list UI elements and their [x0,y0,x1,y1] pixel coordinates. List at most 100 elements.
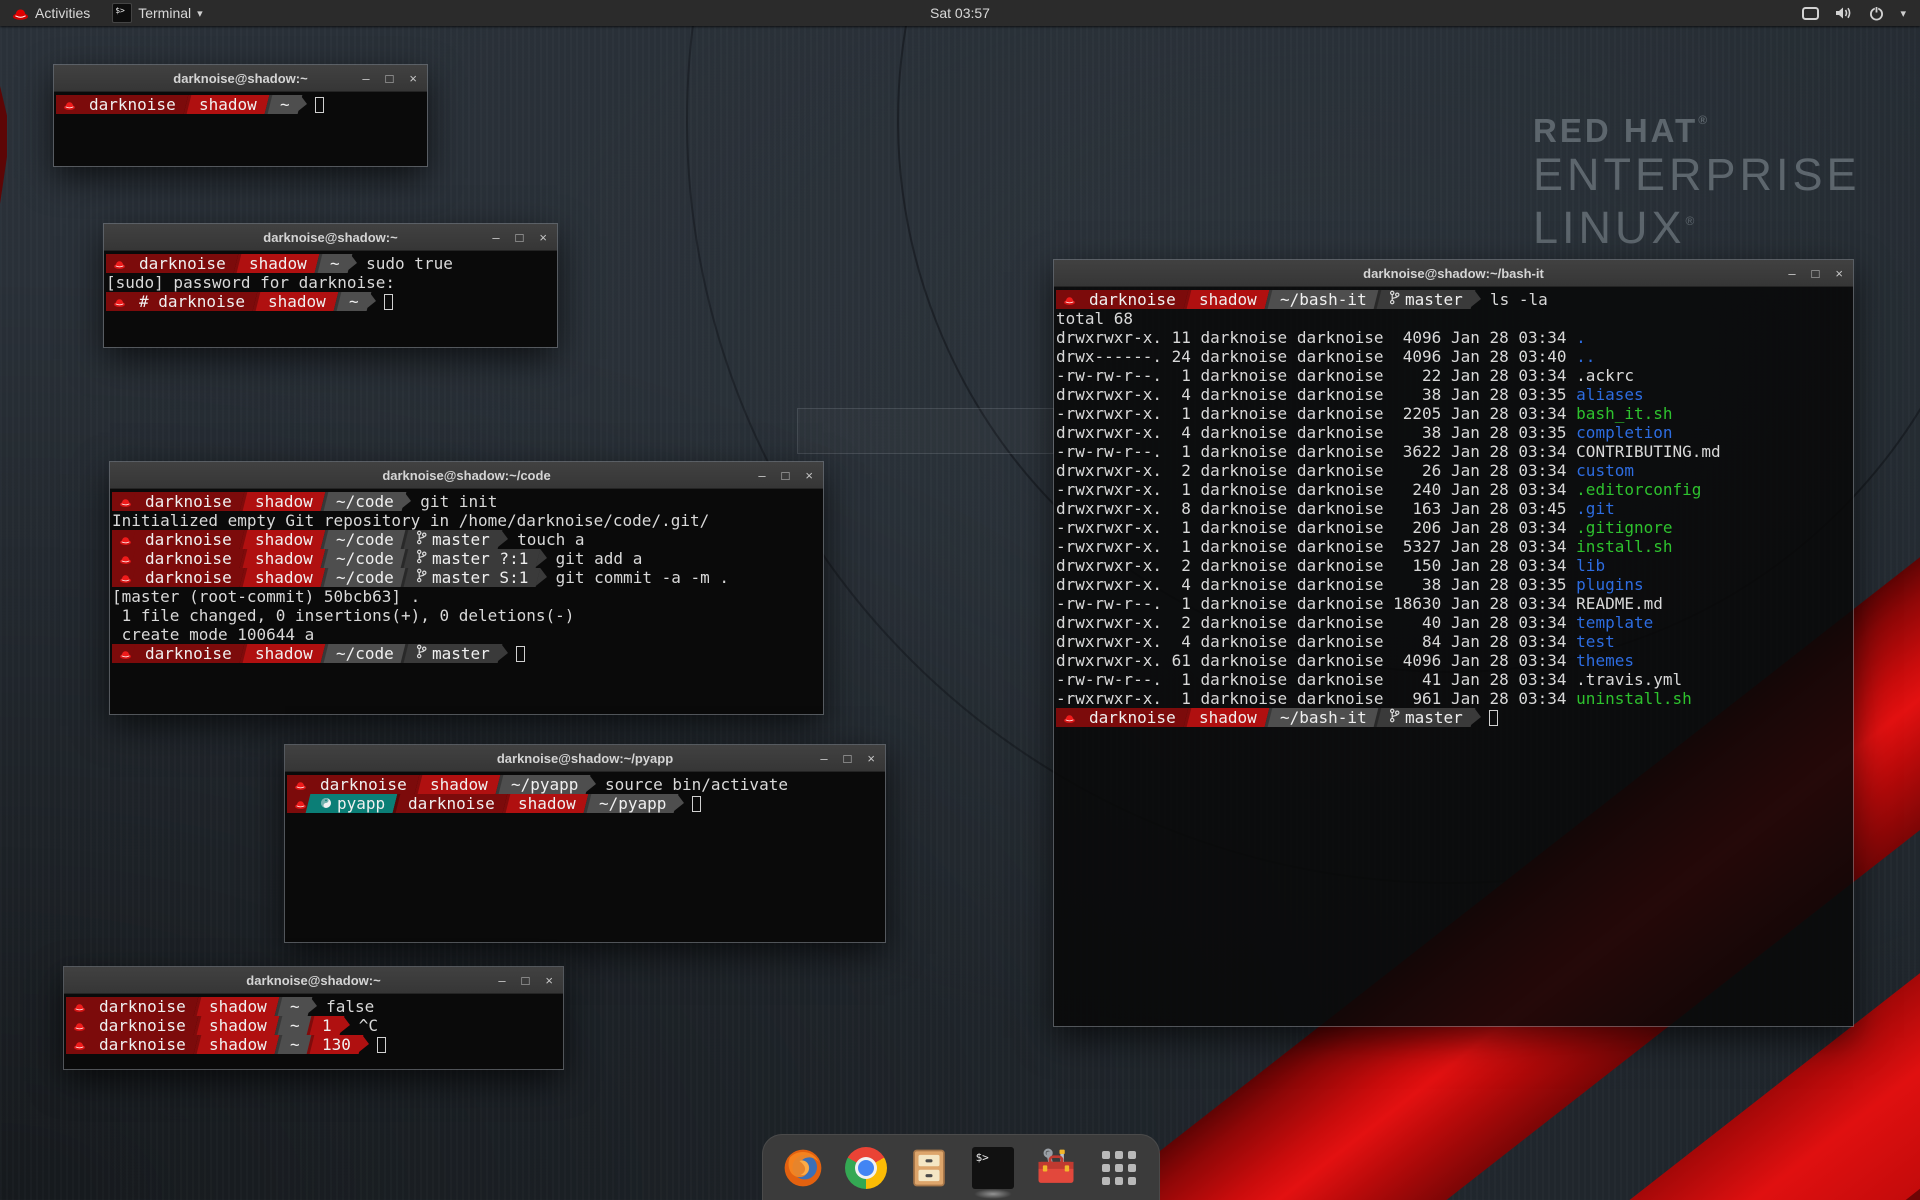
display-icon[interactable] [1802,7,1819,20]
terminal-content[interactable]: darknoiseshadow~falsedarknoiseshadow~1^C… [64,994,563,1069]
minimize-button[interactable]: – [492,231,499,244]
prompt-line: darknoiseshadow~ [56,95,427,114]
output-text: -rwxrwxr-x. 1 darknoise darknoise 206 Ja… [1056,518,1576,537]
close-button[interactable]: × [409,72,417,85]
terminal-cursor [384,294,393,310]
command-text: git commit -a -m . [556,568,729,587]
dock-item-terminal[interactable]: $> [970,1145,1016,1191]
window-titlebar[interactable]: darknoise@shadow:~ – □ × [54,65,427,92]
minimize-button[interactable]: – [758,469,765,482]
volume-icon[interactable] [1835,6,1853,20]
prompt-segment: shadow [239,644,325,663]
minimize-button[interactable]: – [1788,267,1795,280]
prompt-segment: ~/bash-it [1264,290,1378,309]
maximize-button[interactable]: □ [516,231,524,244]
prompt-segment: pyapp [306,794,398,813]
output-line: drwxrwxr-x. 2 darknoise darknoise 40 Jan… [1056,613,1853,632]
terminal-content[interactable]: darknoiseshadow~/codegit initInitialized… [110,489,823,714]
maximize-button[interactable]: □ [782,469,790,482]
output-line: drwxrwxr-x. 2 darknoise darknoise 26 Jan… [1056,461,1853,480]
prompt-segment: darknoise [131,530,244,549]
prompt-segment: 130 [307,1035,364,1054]
terminal-content[interactable]: darknoiseshadow~ [54,92,427,166]
dock-item-toolbox[interactable] [1033,1145,1079,1191]
prompt-line: darknoiseshadow~1^C [66,1016,563,1035]
terminal-content[interactable]: darknoiseshadow~sudo true[sudo] password… [104,251,557,347]
window-title: darknoise@shadow:~/pyapp [497,751,673,766]
prompt-segment: shadow [253,292,339,311]
close-button[interactable]: × [867,752,875,765]
prompt-line: darknoiseshadow~/codemastertouch a [112,530,823,549]
prompt-segment: master [401,530,503,549]
command-text: ^C [359,1016,378,1035]
minimize-button[interactable]: – [362,72,369,85]
dock-item-firefox[interactable] [780,1145,826,1191]
prompt-segment: master [1374,708,1476,727]
prompt-line: darknoiseshadow~/codemaster [112,644,823,663]
close-button[interactable]: × [545,974,553,987]
output-text: -rw-rw-r--. 1 darknoise darknoise 3622 J… [1056,442,1721,461]
terminal-content[interactable]: darknoiseshadow~/pyappsource bin/activat… [285,772,885,942]
system-menu-caret-icon[interactable]: ▾ [1900,7,1906,20]
output-text: drwxrwxr-x. 2 darknoise darknoise 40 Jan… [1056,613,1576,632]
output-text: -rwxrwxr-x. 1 darknoise darknoise 961 Ja… [1056,689,1576,708]
window-titlebar[interactable]: darknoise@shadow:~/pyapp – □ × [285,745,885,772]
output-text: drwxrwxr-x. 61 darknoise darknoise 4096 … [1056,651,1576,670]
output-line: drwx------. 24 darknoise darknoise 4096 … [1056,347,1853,366]
output-line: [sudo] password for darknoise: [106,273,557,292]
command-text: sudo true [366,254,453,273]
terminal-cursor [1489,710,1498,726]
minimize-button[interactable]: – [498,974,505,987]
file-name: themes [1576,651,1634,670]
dock-item-files[interactable] [906,1145,952,1191]
maximize-button[interactable]: □ [386,72,394,85]
prompt-segment: shadow [239,530,325,549]
maximize-button[interactable]: □ [1812,267,1820,280]
command-text: touch a [517,530,584,549]
window-titlebar[interactable]: darknoise@shadow:~/bash-it –□× [1054,260,1853,287]
maximize-button[interactable]: □ [522,974,530,987]
terminal-cursor [377,1037,386,1053]
output-text: -rw-rw-r--. 1 darknoise darknoise 18630 … [1056,594,1663,613]
output-line: -rw-rw-r--. 1 darknoise darknoise 41 Jan… [1056,670,1853,689]
terminal-app-icon: $> [112,3,132,23]
minimize-button[interactable]: – [820,752,827,765]
terminal-cursor [516,646,525,662]
prompt-segment: darknoise [85,997,198,1016]
prompt-segment: master ?:1 [401,549,541,568]
prompt-segment: ~/code [320,568,406,587]
prompt-segment: shadow [193,997,279,1016]
close-button[interactable]: × [539,231,547,244]
prompt-segment: ~ [274,1016,311,1035]
prompt-segment: darknoise [131,492,244,511]
file-name: completion [1576,423,1672,442]
window-titlebar[interactable]: darknoise@shadow:~/code – □ × [110,462,823,489]
window-titlebar[interactable]: darknoise@shadow:~ –□× [64,967,563,994]
app-menu-terminal[interactable]: $> Terminal ▾ [102,0,212,26]
prompt-segment: darknoise [306,775,419,794]
output-text: 1 file changed, 0 insertions(+), 0 delet… [112,606,574,625]
activities-button[interactable]: Activities [0,0,102,26]
prompt-line: darknoiseshadow~/codemaster S:1git commi… [112,568,823,587]
power-icon[interactable] [1869,6,1884,21]
dock-item-chrome[interactable] [843,1145,889,1191]
window-titlebar[interactable]: darknoise@shadow:~ – □ × [104,224,557,251]
close-button[interactable]: × [1835,267,1843,280]
output-line: drwxrwxr-x. 11 darknoise darknoise 4096 … [1056,328,1853,347]
prompt-segment: darknoise [85,1016,198,1035]
output-line: -rwxrwxr-x. 1 darknoise darknoise 961 Ja… [1056,689,1853,708]
window-title: darknoise@shadow:~/code [382,468,550,483]
prompt-segment: shadow [239,549,325,568]
output-text: [master (root-commit) 50bcb63] . [112,587,420,606]
dock-item-app-grid[interactable] [1096,1145,1142,1191]
branch-icon [1389,290,1400,309]
output-text: total 68 [1056,309,1133,328]
window-title: darknoise@shadow:~ [263,230,397,245]
clock[interactable]: Sat 03:57 [930,5,990,21]
file-name: uninstall.sh [1576,689,1692,708]
maximize-button[interactable]: □ [844,752,852,765]
output-text: drwxrwxr-x. 8 darknoise darknoise 163 Ja… [1056,499,1576,518]
terminal-content[interactable]: darknoiseshadow~/bash-itmasterls -latota… [1054,287,1853,1026]
window-title: darknoise@shadow:~ [173,71,307,86]
close-button[interactable]: × [805,469,813,482]
